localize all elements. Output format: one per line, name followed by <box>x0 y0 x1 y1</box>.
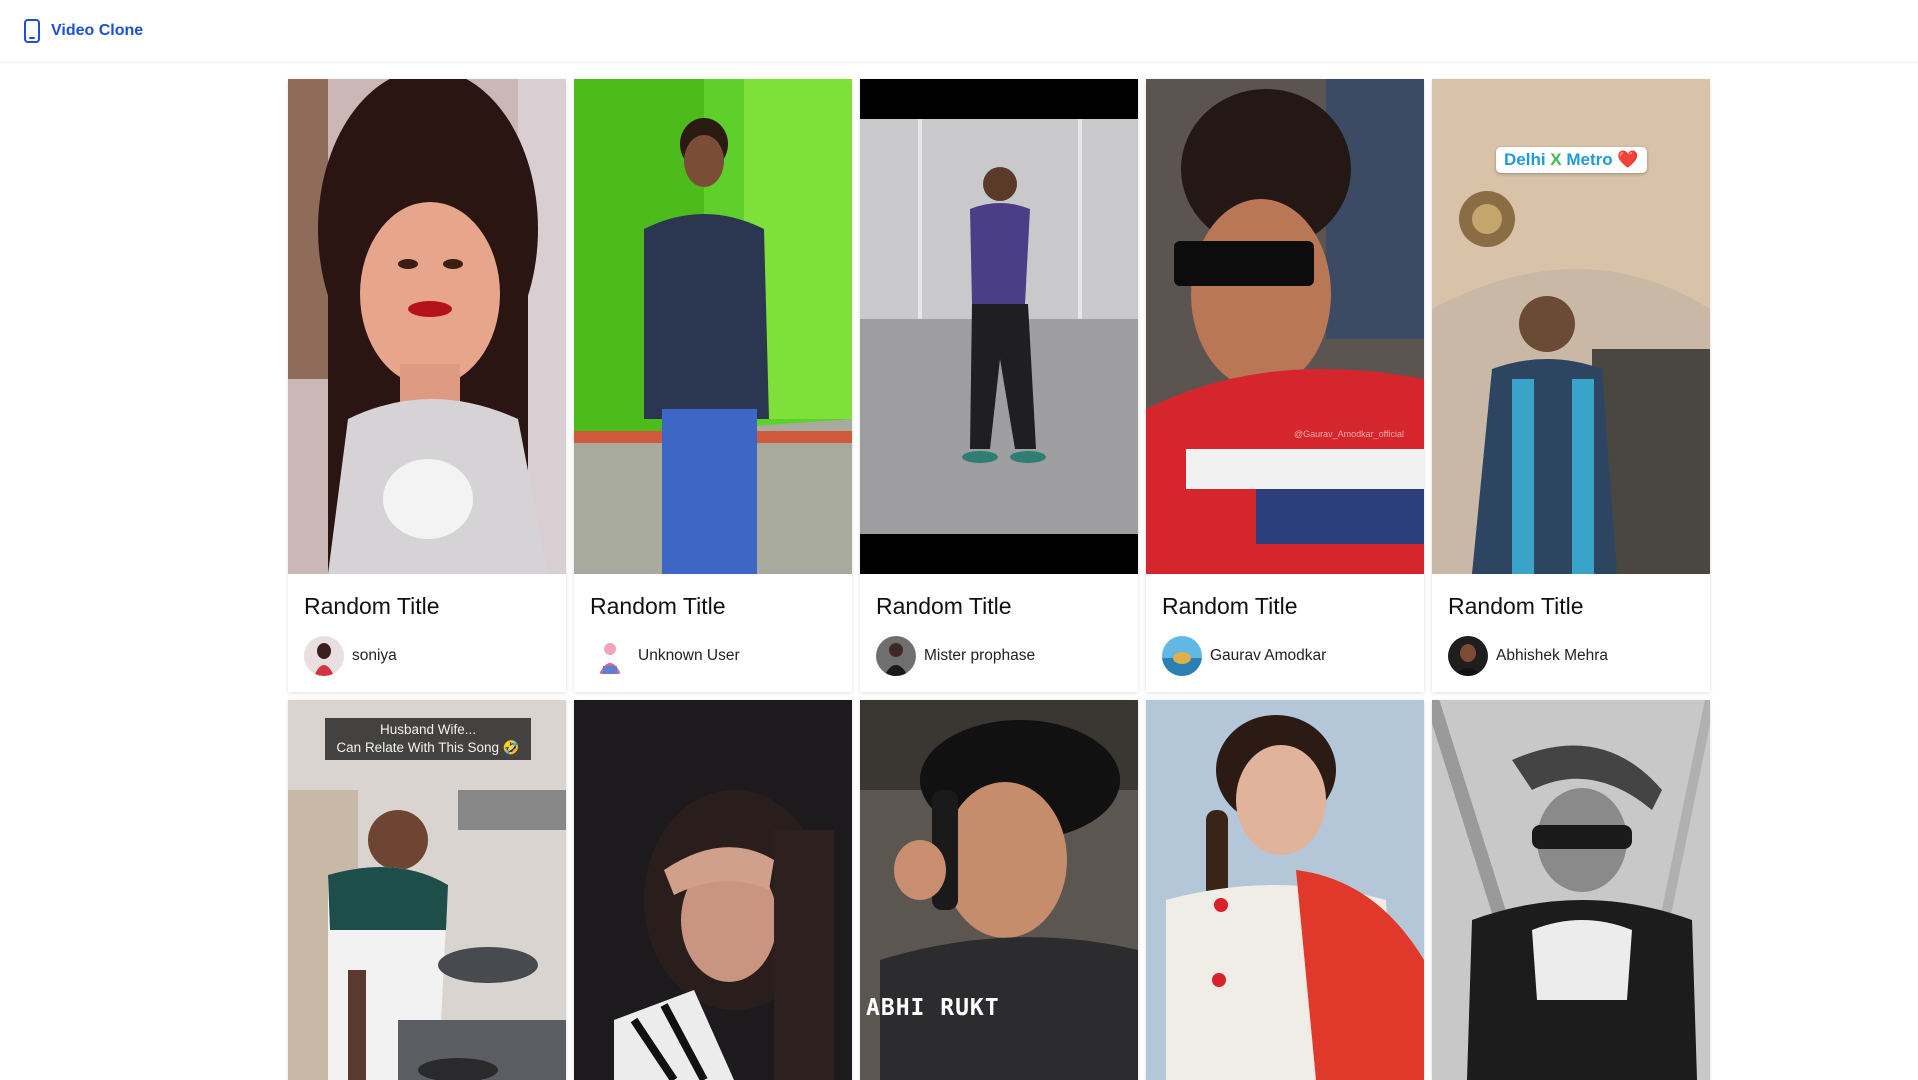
video-author[interactable]: Gaurav Amodkar <box>1162 636 1408 676</box>
author-name: Gaurav Amodkar <box>1210 647 1327 664</box>
video-thumbnail[interactable]: ABHI RUKT <box>860 700 1138 1080</box>
video-card[interactable] <box>574 700 852 1080</box>
video-thumbnail[interactable] <box>860 79 1138 574</box>
video-thumbnail[interactable] <box>574 700 852 1080</box>
video-title[interactable]: Random Title <box>304 592 550 620</box>
video-card[interactable]: Random Title Unknown User <box>574 79 852 692</box>
author-name: Mister prophase <box>924 647 1036 664</box>
avatar <box>876 636 916 676</box>
video-card[interactable]: Random Title Mister prophase <box>860 79 1138 692</box>
graffiti-text: ABHI RUKT <box>866 995 1000 1021</box>
metro-tag: Delhi X Metro ❤️ <box>1496 147 1647 173</box>
video-card[interactable] <box>1146 700 1424 1080</box>
tag-part-2: X <box>1550 150 1562 169</box>
video-title[interactable]: Random Title <box>590 592 836 620</box>
video-thumbnail[interactable]: Husband Wife... Can Relate With This Son… <box>288 700 566 1080</box>
video-card[interactable]: @Gaurav_Amodkar_official Random Title Ga… <box>1146 79 1424 692</box>
video-thumbnail[interactable]: Delhi X Metro ❤️ <box>1432 79 1710 574</box>
song-caption: Husband Wife... Can Relate With This Son… <box>325 718 531 760</box>
app-name: Video Clone <box>51 22 144 39</box>
video-thumbnail[interactable] <box>1146 700 1424 1080</box>
video-card[interactable]: Husband Wife... Can Relate With This Son… <box>288 700 566 1080</box>
brand-link[interactable]: Video Clone <box>22 19 143 43</box>
tag-part-1: Delhi <box>1504 150 1546 169</box>
video-author[interactable]: Mister prophase <box>876 636 1122 676</box>
video-card[interactable]: ABHI RUKT <box>860 700 1138 1080</box>
smartphone-icon <box>24 19 40 43</box>
caption-line-2: Can Relate With This Song 🤣 <box>336 740 520 755</box>
caption-line-1: Husband Wife... <box>379 722 477 737</box>
video-thumbnail[interactable] <box>1432 700 1710 1080</box>
top-navbar: Video Clone <box>0 0 1918 63</box>
video-thumbnail[interactable]: @Gaurav_Amodkar_official <box>1146 79 1424 574</box>
video-thumbnail[interactable] <box>288 79 566 574</box>
video-author[interactable]: Unknown User <box>590 636 836 676</box>
author-name: Abhishek Mehra <box>1496 647 1609 664</box>
author-name: Unknown User <box>638 647 740 664</box>
video-author[interactable]: Abhishek Mehra <box>1448 636 1694 676</box>
watermark-text: @Gaurav_Amodkar_official <box>1294 429 1405 439</box>
video-title[interactable]: Random Title <box>876 592 1122 620</box>
video-title[interactable]: Random Title <box>1162 592 1408 620</box>
video-author[interactable]: soniya <box>304 636 550 676</box>
video-grid: Random Title soniya Random Title Unknown… <box>288 79 1713 1080</box>
avatar <box>590 636 630 676</box>
author-name: soniya <box>352 647 397 664</box>
tag-part-3: Metro <box>1566 150 1613 169</box>
avatar <box>304 636 344 676</box>
video-card[interactable] <box>1432 700 1710 1080</box>
avatar <box>1448 636 1488 676</box>
video-card[interactable]: Delhi X Metro ❤️ Random Title Abhishek M… <box>1432 79 1710 692</box>
avatar <box>1162 636 1202 676</box>
video-card[interactable]: Random Title soniya <box>288 79 566 692</box>
heart-icon: ❤️ <box>1617 150 1639 169</box>
video-title[interactable]: Random Title <box>1448 592 1694 620</box>
video-thumbnail[interactable] <box>574 79 852 574</box>
